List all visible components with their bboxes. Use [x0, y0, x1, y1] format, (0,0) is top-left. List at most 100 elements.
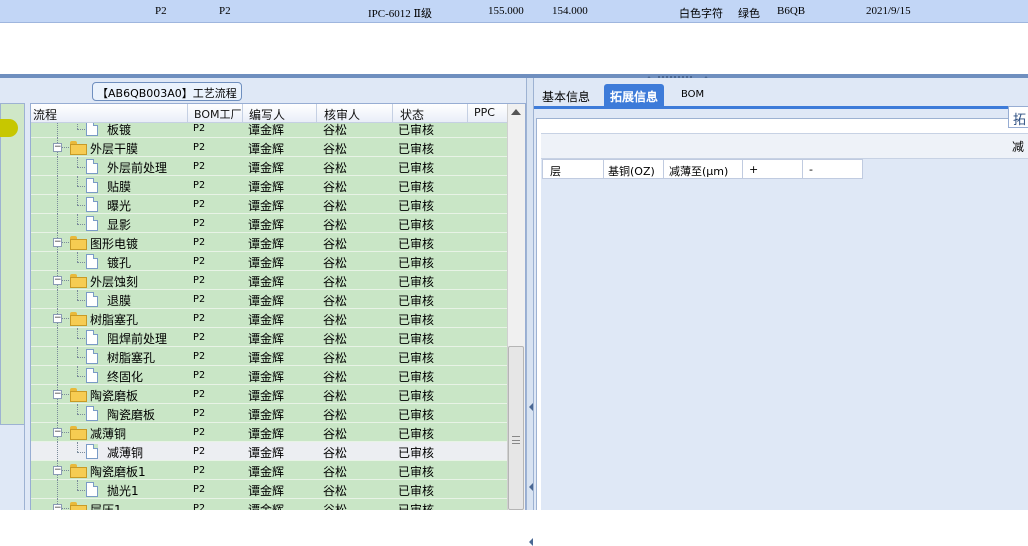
- tree-row[interactable]: 退膜 P2 谭金辉 谷松 已审核: [31, 290, 507, 309]
- tab-bom[interactable]: BOM: [675, 84, 710, 107]
- status-cell: 已审核: [398, 370, 435, 384]
- tree-row[interactable]: − 外层蚀刻 P2 谭金辉 谷松 已审核: [31, 271, 507, 290]
- reviewer-cell: 谷松: [323, 332, 348, 346]
- tree-row[interactable]: 显影 P2 谭金辉 谷松 已审核: [31, 214, 507, 233]
- scroll-up-arrow-icon[interactable]: [511, 109, 521, 115]
- grid-col-base-copper[interactable]: 基铜(OZ): [608, 163, 655, 179]
- writer-cell: 谭金辉: [248, 123, 285, 137]
- writer-cell: 谭金辉: [248, 503, 285, 510]
- col-header-bom[interactable]: BOM工厂: [194, 106, 242, 122]
- tab-basic-info[interactable]: 基本信息: [536, 84, 596, 107]
- status-cell: 已审核: [398, 503, 435, 510]
- reviewer-cell: 谷松: [323, 123, 348, 137]
- status-cell: 已审核: [398, 294, 435, 308]
- scrollbar-thumb[interactable]: [508, 346, 524, 510]
- tree-row[interactable]: 树脂塞孔 P2 谭金辉 谷松 已审核: [31, 347, 507, 366]
- writer-cell: 谭金辉: [248, 180, 285, 194]
- writer-cell: 谭金辉: [248, 408, 285, 422]
- writer-cell: 谭金辉: [248, 199, 285, 213]
- status-cell: 已审核: [398, 256, 435, 270]
- collapse-toggle-icon[interactable]: −: [53, 143, 62, 152]
- col-header-reviewer[interactable]: 核审人: [324, 106, 360, 123]
- tree-row[interactable]: − 层压1 P2 谭金辉 谷松 已审核: [31, 499, 507, 510]
- col-header-status[interactable]: 状态: [400, 106, 424, 123]
- tree-row[interactable]: 镀孔 P2 谭金辉 谷松 已审核: [31, 252, 507, 271]
- folder-icon: [70, 388, 87, 402]
- col-header-flow[interactable]: 流程: [33, 106, 57, 123]
- status-cell: 已审核: [398, 180, 435, 194]
- reviewer-cell: 谷松: [323, 465, 348, 479]
- folder-icon: [70, 426, 87, 440]
- collapse-toggle-icon[interactable]: −: [53, 390, 62, 399]
- node-name: 树脂塞孔: [90, 313, 139, 327]
- status-cell: 已审核: [398, 275, 435, 289]
- node-name: 镀孔: [107, 256, 132, 270]
- grid-col-layer[interactable]: 层: [550, 163, 561, 179]
- tab-extended-info[interactable]: 拓展信息: [604, 84, 665, 107]
- col-header-ppc[interactable]: PPC: [474, 106, 495, 119]
- tree-row[interactable]: − 外层干膜 P2 谭金辉 谷松 已审核: [31, 138, 507, 157]
- collapse-toggle-icon[interactable]: −: [53, 276, 62, 285]
- grid-col-thin-to[interactable]: 减薄至(μm): [669, 163, 728, 179]
- document-icon: [86, 406, 98, 421]
- tree-row[interactable]: 终固化 P2 谭金辉 谷松 已审核: [31, 366, 507, 385]
- bom-cell: P2: [193, 351, 206, 362]
- tree-row[interactable]: 贴膜 P2 谭金辉 谷松 已审核: [31, 176, 507, 195]
- reviewer-cell: 谷松: [323, 484, 348, 498]
- tree-row[interactable]: − 树脂塞孔 P2 谭金辉 谷松 已审核: [31, 309, 507, 328]
- vertical-splitter[interactable]: [526, 78, 534, 546]
- tree-row[interactable]: 外层前处理 P2 谭金辉 谷松 已审核: [31, 157, 507, 176]
- reviewer-cell: 谷松: [323, 408, 348, 422]
- top-cell-3: IPC-6012 Ⅱ级: [368, 8, 433, 20]
- tree-row[interactable]: 抛光1 P2 谭金辉 谷松 已审核: [31, 480, 507, 499]
- collapse-toggle-icon[interactable]: −: [53, 466, 62, 475]
- bom-cell: P2: [193, 446, 206, 457]
- node-name: 显影: [107, 218, 132, 232]
- status-cell: 已审核: [398, 484, 435, 498]
- writer-cell: 谭金辉: [248, 275, 285, 289]
- status-cell: 已审核: [398, 427, 435, 441]
- collapse-left-icon[interactable]: [529, 403, 533, 411]
- top-cell-7: 绿色: [738, 8, 760, 20]
- tab-underline: [534, 106, 1028, 109]
- writer-cell: 谭金辉: [248, 427, 285, 441]
- tree-row[interactable]: 阻焊前处理 P2 谭金辉 谷松 已审核: [31, 328, 507, 347]
- bom-cell: P2: [193, 313, 206, 324]
- bom-cell: P2: [193, 218, 206, 229]
- tree-row[interactable]: − 陶瓷磨板 P2 谭金辉 谷松 已审核: [31, 385, 507, 404]
- grid-header: 层 基铜(OZ) 减薄至(μm) + -: [542, 159, 863, 179]
- thin-copper-grid[interactable]: [541, 159, 1028, 510]
- reviewer-cell: 谷松: [323, 142, 348, 156]
- collapse-toggle-icon[interactable]: −: [53, 238, 62, 247]
- bom-cell: P2: [193, 427, 206, 438]
- reviewer-cell: 谷松: [323, 446, 348, 460]
- status-cell: 已审核: [398, 142, 435, 156]
- expand-button[interactable]: 拓: [1008, 106, 1028, 128]
- bom-cell: P2: [193, 484, 206, 495]
- grid-caption: 减: [1012, 140, 1025, 154]
- collapse-toggle-icon[interactable]: −: [53, 504, 62, 510]
- document-icon: [86, 216, 98, 231]
- folder-icon: [70, 274, 87, 288]
- tree-row[interactable]: − 陶瓷磨板1 P2 谭金辉 谷松 已审核: [31, 461, 507, 480]
- side-panel-footer: [0, 425, 25, 510]
- tree-row[interactable]: − 减薄铜 P2 谭金辉 谷松 已审核: [31, 423, 507, 442]
- grid-col-plus[interactable]: +: [749, 163, 758, 176]
- collapsed-side-panel: [0, 103, 25, 425]
- grid-col-minus[interactable]: -: [809, 163, 813, 176]
- tree-row[interactable]: 减薄铜 P2 谭金辉 谷松 已审核: [31, 442, 507, 461]
- collapse-left-icon-2[interactable]: [529, 483, 533, 491]
- selected-record-row[interactable]: P2 P2 IPC-6012 Ⅱ级 155.000 154.000 白色字符 绿…: [0, 0, 1028, 23]
- tree-row[interactable]: − 图形电镀 P2 谭金辉 谷松 已审核: [31, 233, 507, 252]
- node-name: 陶瓷磨板: [90, 389, 139, 403]
- tree-row[interactable]: 板镀 P2 谭金辉 谷松 已审核: [31, 123, 507, 138]
- collapse-toggle-icon[interactable]: −: [53, 428, 62, 437]
- tree-row[interactable]: 陶瓷磨板 P2 谭金辉 谷松 已审核: [31, 404, 507, 423]
- tree-row[interactable]: 曝光 P2 谭金辉 谷松 已审核: [31, 195, 507, 214]
- writer-cell: 谭金辉: [248, 370, 285, 384]
- status-cell: 已审核: [398, 123, 435, 137]
- collapse-left-icon-3[interactable]: [529, 538, 533, 546]
- collapse-toggle-icon[interactable]: −: [53, 314, 62, 323]
- col-header-writer[interactable]: 编写人: [249, 106, 285, 123]
- status-cell: 已审核: [398, 332, 435, 346]
